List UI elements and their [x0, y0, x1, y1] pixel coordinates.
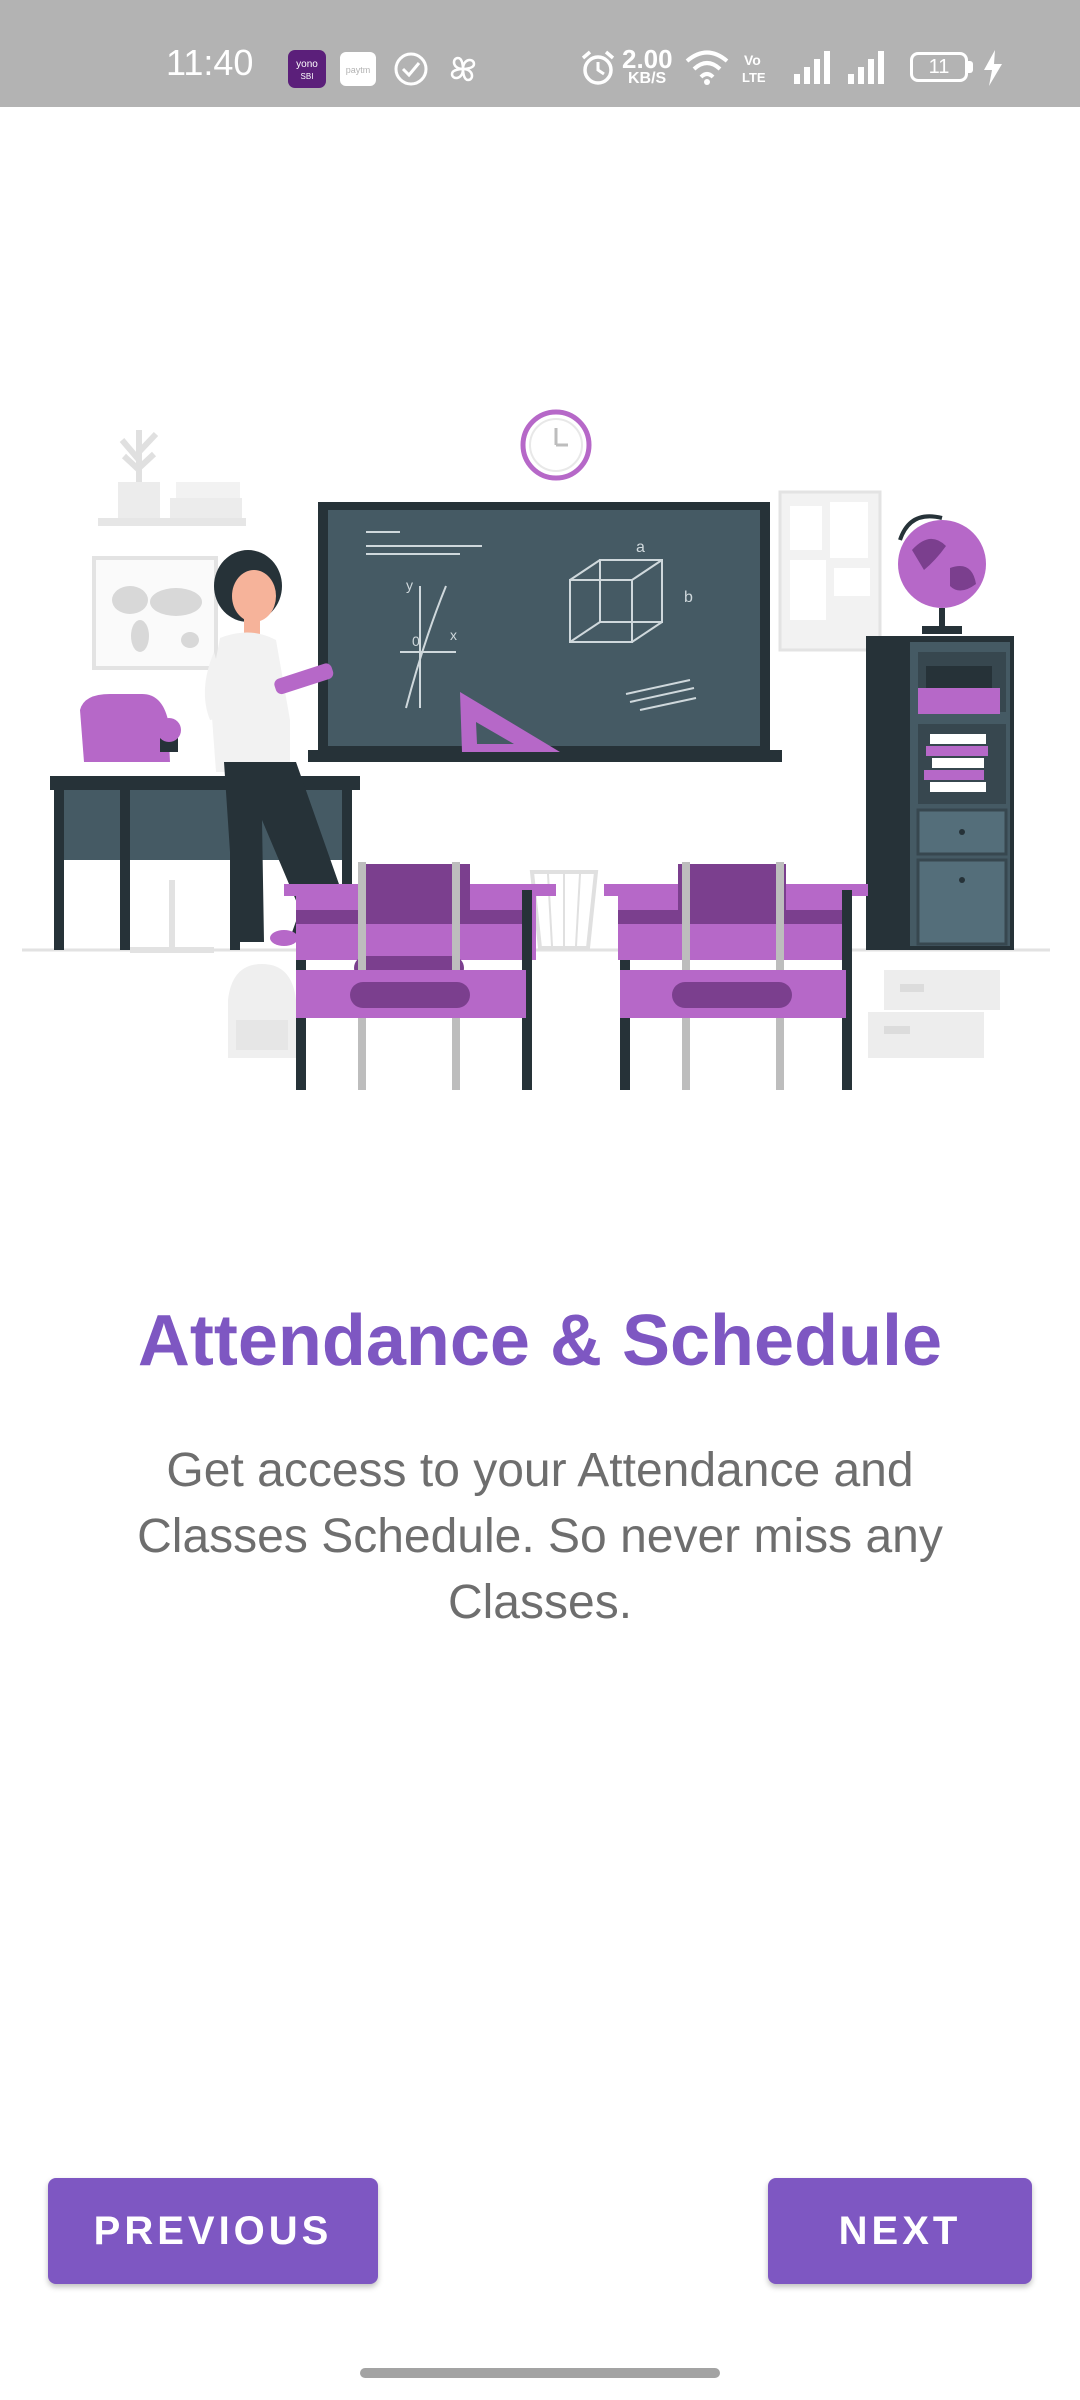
svg-text:y: y	[406, 577, 413, 593]
world-map	[92, 556, 218, 670]
pinwheel-icon	[450, 56, 476, 82]
globe	[898, 514, 986, 634]
student-desk-left	[284, 862, 556, 1090]
backpack	[228, 964, 296, 1058]
paytm-icon: paytm	[340, 52, 376, 86]
shelf-plant	[98, 430, 246, 526]
svg-text:0: 0	[412, 633, 420, 649]
charging-icon	[984, 50, 1002, 86]
onboarding-description: Get access to your Attendance and Classe…	[137, 1444, 943, 1629]
svg-text:SBI: SBI	[301, 72, 314, 81]
home-indicator[interactable]	[360, 2368, 720, 2378]
check-circle-icon	[394, 52, 428, 86]
signal-icon	[848, 51, 884, 84]
yono-sbi-icon: yono SBI	[288, 50, 326, 88]
battery-level: 11	[928, 56, 950, 78]
svg-text:a: a	[636, 539, 645, 556]
storage-boxes	[868, 970, 1000, 1058]
network-speed-unit: KB/S	[628, 70, 667, 87]
wastebasket	[529, 870, 599, 950]
svg-text:yono: yono	[296, 59, 318, 70]
signal-icon	[794, 51, 830, 84]
student-desk-right	[604, 862, 868, 1090]
svg-text:Vo: Vo	[744, 52, 761, 68]
status-bar: 11:40 yono SBI paytm 2.00 KB/S Vo LTE 11	[0, 0, 1080, 107]
wifi-icon	[685, 50, 729, 85]
status-time: 11:40	[166, 42, 254, 83]
classroom-teacher-illustration: y x 0 a b	[22, 409, 1050, 1090]
wall-clock	[520, 409, 592, 481]
previous-button[interactable]: PREVIOUS	[48, 2178, 378, 2284]
volte-icon: Vo LTE	[740, 50, 776, 86]
svg-text:paytm: paytm	[346, 65, 371, 75]
alarm-icon	[581, 50, 615, 85]
battery-tip	[968, 61, 973, 73]
battery-icon: 11	[910, 52, 968, 82]
svg-text:b: b	[684, 589, 693, 606]
onboarding-title: Attendance & Schedule	[137, 1301, 943, 1381]
next-button[interactable]: NEXT	[768, 2178, 1032, 2284]
bookshelf	[866, 636, 1014, 950]
svg-text:x: x	[450, 627, 457, 643]
notice-board	[778, 490, 882, 652]
blackboard: y x 0 a b	[308, 502, 782, 762]
svg-text:LTE: LTE	[742, 70, 766, 85]
